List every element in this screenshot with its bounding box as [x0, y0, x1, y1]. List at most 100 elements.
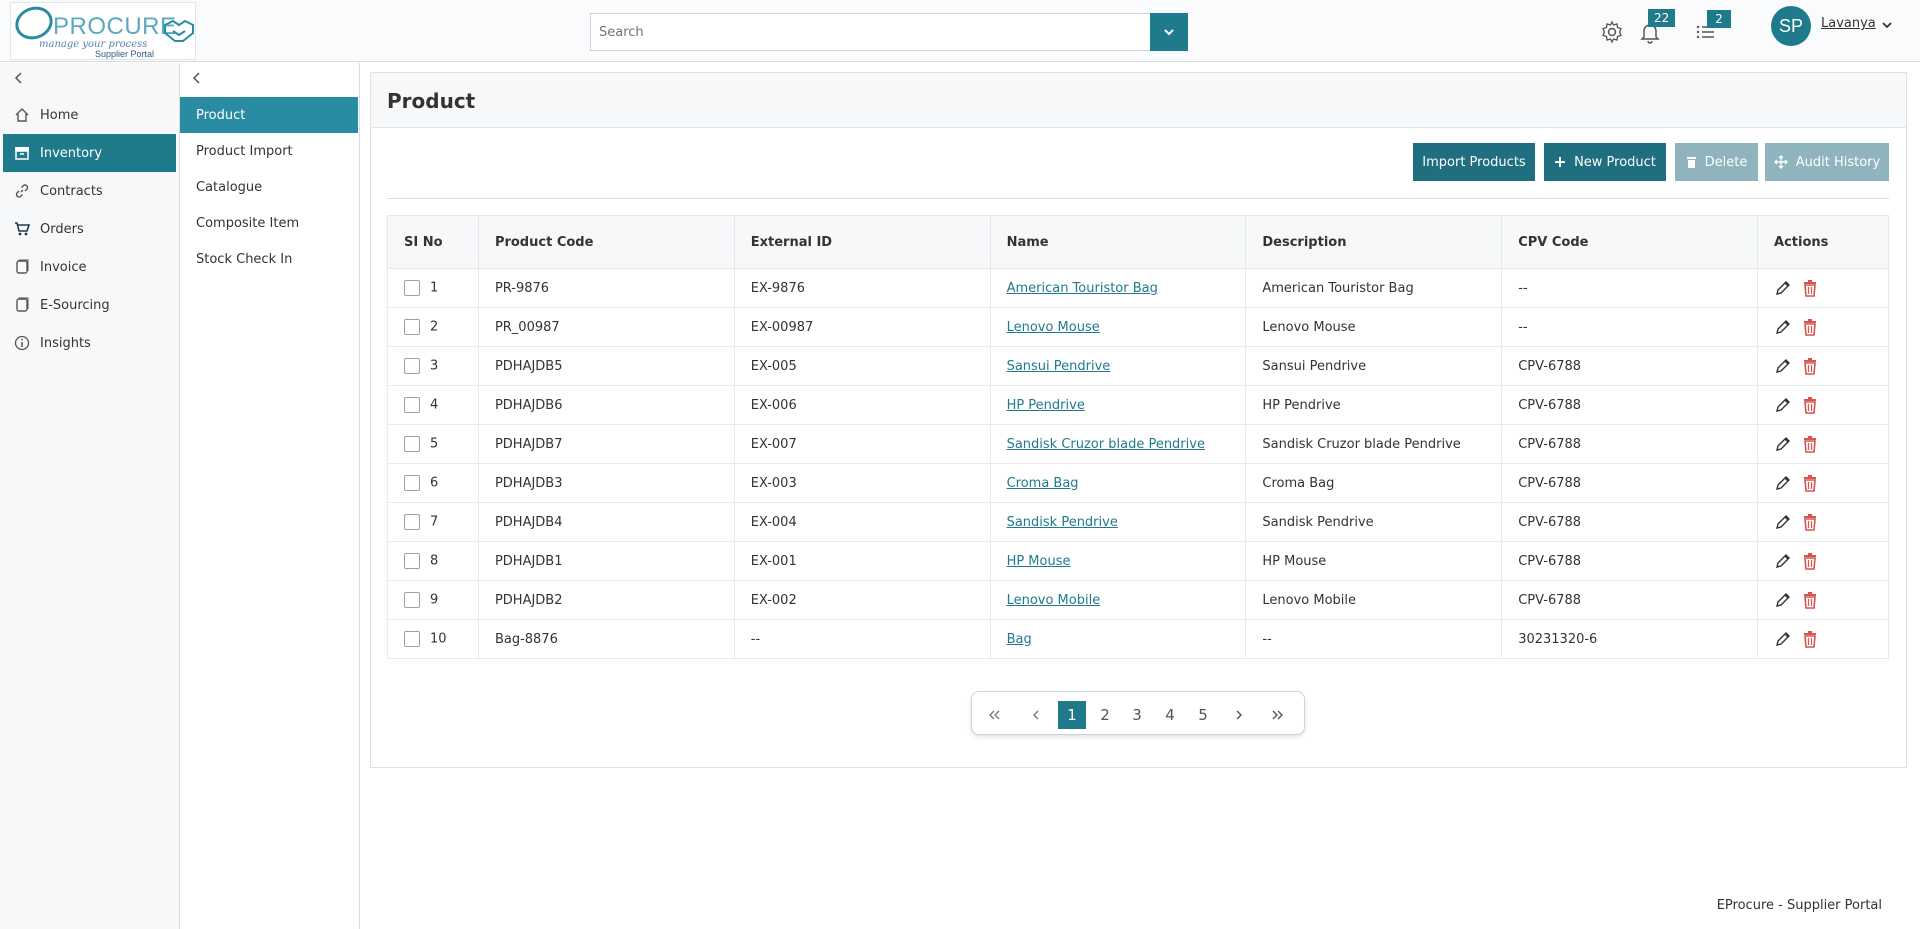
page-5-button[interactable]: 5 — [1189, 701, 1217, 729]
delete-row-button[interactable] — [1802, 435, 1818, 453]
sidebar-item-label: Contracts — [40, 183, 103, 199]
table-row: 10 Bag-8876 -- Bag -- 30231320-6 — [387, 619, 1889, 659]
name-cell: Bag — [989, 619, 1247, 659]
si-number: 5 — [430, 436, 439, 452]
logo-brand: PROCURE — [53, 13, 177, 40]
product-name-link[interactable]: Sansui Pendrive — [1007, 359, 1111, 374]
user-name-link[interactable]: Lavanya — [1821, 16, 1876, 31]
search-input[interactable] — [591, 14, 1151, 50]
sidebar-item-inventory[interactable]: Inventory — [3, 134, 176, 172]
trash-icon — [1804, 319, 1817, 336]
si-number: 7 — [430, 514, 439, 530]
product-name-link[interactable]: Bag — [1007, 632, 1032, 647]
edit-button[interactable] — [1774, 513, 1792, 531]
sidebar-item-home[interactable]: Home — [3, 96, 176, 134]
sidebar-item-contracts[interactable]: Contracts — [3, 172, 176, 210]
product-name-link[interactable]: Croma Bag — [1007, 476, 1079, 491]
edit-button[interactable] — [1774, 552, 1792, 570]
sidebar-item-insights[interactable]: Insights — [3, 324, 176, 362]
edit-button[interactable] — [1774, 630, 1792, 648]
sidebar-item-label: E-Sourcing — [40, 297, 110, 313]
previous-page-button[interactable] — [1022, 701, 1050, 729]
product-name-link[interactable]: Lenovo Mouse — [1007, 320, 1100, 335]
avatar[interactable]: SP — [1771, 6, 1811, 46]
page-2-button[interactable]: 2 — [1091, 701, 1119, 729]
actions-cell — [1757, 346, 1889, 386]
column-header-cpv-code: CPV Code — [1501, 215, 1759, 269]
delete-row-button[interactable] — [1802, 396, 1818, 414]
delete-row-button[interactable] — [1802, 630, 1818, 648]
si-number: 8 — [430, 553, 439, 569]
page-4-button[interactable]: 4 — [1156, 701, 1184, 729]
edit-button[interactable] — [1774, 279, 1792, 297]
row-checkbox[interactable] — [404, 475, 420, 491]
row-checkbox[interactable] — [404, 319, 420, 335]
subnav-item-catalogue[interactable]: Catalogue — [180, 169, 358, 205]
edit-button[interactable] — [1774, 318, 1792, 336]
delete-button[interactable]: Delete — [1675, 143, 1758, 181]
subnav-item-stock-check-in[interactable]: Stock Check In — [180, 241, 358, 277]
row-checkbox[interactable] — [404, 436, 420, 452]
collapse-subnav-icon[interactable] — [190, 71, 204, 85]
description-cell: Sandisk Pendrive — [1245, 502, 1503, 542]
description-cell: American Touristor Bag — [1245, 268, 1503, 308]
product-name-link[interactable]: HP Mouse — [1007, 554, 1071, 569]
new-product-button[interactable]: New Product — [1544, 143, 1666, 181]
description-cell: Sandisk Cruzor blade Pendrive — [1245, 424, 1503, 464]
product-name-link[interactable]: Lenovo Mobile — [1007, 593, 1101, 608]
product-name-link[interactable]: Sandisk Pendrive — [1007, 515, 1118, 530]
delete-row-button[interactable] — [1802, 279, 1818, 297]
subnav-item-product[interactable]: Product — [180, 97, 358, 133]
document-icon — [16, 297, 29, 312]
page-1-button[interactable]: 1 — [1058, 701, 1086, 729]
archive-icon — [15, 147, 29, 160]
audit-history-button[interactable]: Audit History — [1765, 143, 1889, 181]
name-cell: Croma Bag — [989, 463, 1247, 503]
product-name-link[interactable]: American Touristor Bag — [1007, 281, 1158, 296]
collapse-sidebar-icon[interactable] — [12, 71, 26, 85]
gear-icon[interactable] — [1600, 20, 1624, 44]
delete-row-button[interactable] — [1802, 357, 1818, 375]
edit-button[interactable] — [1774, 396, 1792, 414]
edit-button[interactable] — [1774, 591, 1792, 609]
edit-button[interactable] — [1774, 435, 1792, 453]
edit-button[interactable] — [1774, 474, 1792, 492]
delete-row-button[interactable] — [1802, 591, 1818, 609]
row-checkbox[interactable] — [404, 592, 420, 608]
row-checkbox[interactable] — [404, 397, 420, 413]
row-checkbox[interactable] — [404, 280, 420, 296]
next-page-button[interactable] — [1225, 701, 1253, 729]
subnav-item-composite-item[interactable]: Composite Item — [180, 205, 358, 241]
row-checkbox[interactable] — [404, 358, 420, 374]
table-row: 2 PR_00987 EX-00987 Lenovo Mouse Lenovo Mou… — [387, 307, 1889, 347]
edit-pencil-icon — [1776, 320, 1791, 334]
footer-text: EProcure - Supplier Portal — [1716, 898, 1882, 913]
row-checkbox[interactable] — [404, 553, 420, 569]
delete-row-button[interactable] — [1802, 474, 1818, 492]
import-products-button[interactable]: Import Products — [1413, 143, 1535, 181]
search-dropdown-button[interactable] — [1150, 13, 1188, 51]
delete-row-button[interactable] — [1802, 318, 1818, 336]
actions-cell — [1757, 619, 1889, 659]
eprocure-logo[interactable]: PROCURE manage your process Supplier Por… — [10, 1, 196, 60]
trash-icon — [1804, 436, 1817, 453]
audit-history-label: Audit History — [1795, 154, 1881, 170]
first-page-button[interactable] — [980, 701, 1008, 729]
top-header: PROCURE manage your process Supplier Por… — [0, 0, 1920, 62]
si-cell: 10 — [387, 619, 479, 659]
product-name-link[interactable]: HP Pendrive — [1007, 398, 1085, 413]
chevron-down-icon[interactable] — [1880, 18, 1894, 32]
product-name-link[interactable]: Sandisk Cruzor blade Pendrive — [1007, 437, 1205, 452]
edit-button[interactable] — [1774, 357, 1792, 375]
delete-row-button[interactable] — [1802, 552, 1818, 570]
last-page-button[interactable] — [1264, 701, 1292, 729]
row-checkbox[interactable] — [404, 514, 420, 530]
row-checkbox[interactable] — [404, 631, 420, 647]
subnav-item-product-import[interactable]: Product Import — [180, 133, 358, 169]
sidebar-item-e-sourcing[interactable]: E-Sourcing — [3, 286, 176, 324]
sidebar-item-invoice[interactable]: Invoice — [3, 248, 176, 286]
delete-row-button[interactable] — [1802, 513, 1818, 531]
page-3-button[interactable]: 3 — [1123, 701, 1151, 729]
delete-label: Delete — [1704, 154, 1748, 170]
sidebar-item-orders[interactable]: Orders — [3, 210, 176, 248]
